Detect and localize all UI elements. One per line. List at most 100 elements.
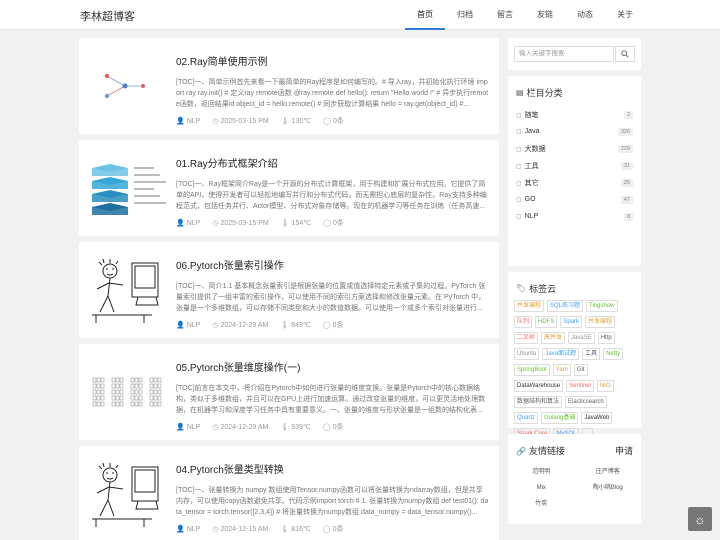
post-thumbnail[interactable]: → → → (87, 354, 169, 430)
post-date: ◷ 2024-12-29 AM (212, 422, 268, 432)
tag-item[interactable]: Yarn (552, 364, 571, 376)
post-comments: ◯ 0条 (323, 422, 344, 432)
category-count: 326 (617, 127, 633, 136)
search-input[interactable]: 输入关键字搜索 (514, 46, 614, 62)
nav-item[interactable]: 友链 (525, 0, 565, 30)
tag-item[interactable]: Spark (560, 316, 583, 328)
category-label: 其它 (524, 179, 539, 187)
category-label: GO (524, 196, 536, 203)
category-icon: ▤ (516, 87, 524, 97)
category-item[interactable]: ▢ Java 326 (516, 123, 633, 140)
post-title[interactable]: 05.Pytorch张量维度操作(一) (176, 359, 300, 374)
post-title[interactable]: 02.Ray简单使用示例 (176, 53, 268, 68)
clock-icon: ◷ (212, 118, 219, 125)
tag-item[interactable]: Tingshow (586, 300, 618, 312)
post-thumbnail[interactable] (87, 252, 169, 328)
friend-link[interactable]: 陶小桃Blog (575, 480, 642, 496)
tag-item[interactable]: 并发编程 (585, 316, 616, 328)
site-logo[interactable]: 李林超博客 (80, 8, 135, 24)
nav-item[interactable]: 留言 (485, 0, 525, 30)
tag-item[interactable]: JavaSE (568, 332, 595, 344)
post-comments: ◯ 0条 (323, 116, 344, 126)
post-date-value: 2024-12-15 AM (220, 525, 269, 533)
tag-item[interactable]: Java面试题 (542, 348, 580, 360)
category-item[interactable]: ▢ 其它 25 (516, 174, 633, 191)
tag-item[interactable]: Netty (603, 348, 624, 360)
post-author: 👤 NLP (176, 524, 200, 534)
post-card[interactable]: 06.Pytorch张量索引操作 [TOC]一、简介1.1 基本概念张量索引是根据… (79, 242, 499, 338)
tag-item[interactable]: DataWarehouse (514, 380, 564, 392)
tag-item[interactable]: 工具 (582, 348, 601, 360)
category-item[interactable]: ▢ GO 47 (516, 191, 633, 208)
search-button[interactable] (615, 46, 635, 62)
post-excerpt: [TOC]一、张量转换为 numpy 数组使用Tensor.numpy函数可以将… (176, 487, 489, 516)
category-item[interactable]: ▢ NLP 8 (516, 208, 633, 225)
post-meta: 👤 NLP ◷ 2024-12-29 AM 🌡 939℃ ◯ 0条 (176, 422, 356, 432)
post-card[interactable]: → → → 05.Pytorch张量维度操作(一) [TOC]前言在本文中，将介绍在Py… (79, 344, 499, 440)
post-thumbnail[interactable] (87, 150, 169, 226)
apply-link-button[interactable]: 申请 (615, 444, 633, 457)
post-card[interactable]: 04.Pytorch张量类型转换 [TOC]一、张量转换为 numpy 数组使用T… (79, 446, 499, 540)
post-date-value: 2025-03-15 PM (220, 117, 269, 125)
friend-link[interactable]: 范明明 (508, 464, 575, 480)
comment-icon: ◯ (323, 220, 331, 227)
post-excerpt: [TOC]一、简介1.1 基本概念张量索引是根据张量的位置或值选择特定元素或子集… (176, 283, 486, 312)
nav-item[interactable]: 关于 (605, 0, 645, 30)
post-thumbnail[interactable] (87, 456, 169, 532)
tag-item[interactable]: 队列 (514, 316, 533, 328)
tag-item[interactable]: 数据结构和算法 (514, 396, 563, 408)
category-label: NLP (524, 213, 539, 220)
post-comments-value: 0条 (333, 220, 344, 227)
post-title[interactable]: 04.Pytorch张量类型转换 (176, 461, 284, 476)
folder-icon: ▢ (516, 214, 522, 220)
category-label: Java (524, 128, 540, 135)
category-label: 大数据 (524, 145, 546, 153)
tag-item[interactable]: Sentinel (566, 380, 594, 392)
tag-item[interactable]: HDFS (535, 316, 558, 328)
folder-icon: ▢ (516, 180, 522, 187)
post-meta: 👤 NLP ◷ 2025-03-15 PM 🌡 154℃ ◯ 0条 (176, 218, 356, 228)
svg-text:→: → (145, 390, 149, 395)
post-thumbnail[interactable] (87, 48, 169, 124)
tag-item[interactable]: Git (573, 364, 588, 376)
tag-item[interactable]: 高并发 (541, 332, 566, 344)
tag-item[interactable]: JavaWeb (581, 412, 613, 424)
post-date-value: 2025-03-15 PM (220, 219, 269, 227)
thermometer-icon: 🌡 (280, 118, 290, 125)
nav-item[interactable]: 动态 (565, 0, 605, 30)
nav-item[interactable]: 首页 (405, 0, 445, 30)
tag-item[interactable]: NIO (596, 380, 614, 392)
post-date-value: 2024-12-29 AM (220, 423, 269, 431)
tag-item[interactable]: Quartz (514, 412, 539, 424)
post-card[interactable]: 02.Ray简单使用示例 [TOC]一、简单示例首先来看一下最简单的Ray程序是如… (79, 38, 499, 134)
friend-link[interactable]: 竹奕 (508, 496, 575, 512)
post-title[interactable]: 01.Ray分布式框架介绍 (176, 155, 278, 170)
tag-item[interactable]: Elasticsearch (565, 396, 607, 408)
friend-link[interactable]: 庄严博客 (575, 464, 642, 480)
tag-item[interactable]: Http (597, 332, 615, 344)
folder-icon: ▢ (516, 163, 522, 170)
post-comments-value: 0条 (332, 526, 344, 533)
category-item[interactable]: ▢ 随笔 2 (516, 106, 633, 123)
category-label: 随笔 (524, 111, 539, 119)
tag-item[interactable]: 二叉树 (514, 332, 539, 344)
post-author-value: NLP (186, 219, 201, 227)
tag-item[interactable]: Golang基础 (541, 412, 579, 424)
comment-icon: ◯ (323, 118, 331, 125)
category-item[interactable]: ▢ 工具 31 (516, 157, 633, 174)
post-excerpt: [TOC]前言在本文中，将介绍在Pytorch中如何进行张量的维度变换。张量是P… (176, 385, 486, 414)
post-views-value: 130℃ (291, 118, 312, 125)
nav-item[interactable]: 归档 (445, 0, 485, 30)
category-item[interactable]: ▢ 大数据 229 (516, 140, 633, 157)
theme-toggle-button[interactable]: ☼ (688, 507, 712, 531)
tag-item[interactable]: 并发编程 (514, 300, 545, 312)
tag-item[interactable]: SQL练习题 (547, 300, 584, 312)
post-author: 👤 NLP (176, 320, 200, 330)
tag-item[interactable]: Ubuntu (514, 348, 540, 360)
post-title[interactable]: 06.Pytorch张量索引操作 (176, 257, 284, 272)
friend-link[interactable]: Mix (508, 480, 575, 496)
friend-links-widget: 🔗 友情链接 申请 范明明 庄严博客 Mix 陶小桃Blog 竹奕 (508, 434, 641, 524)
post-card[interactable]: 01.Ray分布式框架介绍 [TOC]一、Ray框架简介Ray是一个开源的分布式计… (79, 140, 499, 236)
category-widget: ▤ 栏目分类 ▢ 随笔 2 ▢ Java 326 ▢ 大数据 229 ▢ 工具 31 ▢ 其它 25 ▢ GO 47… (508, 76, 641, 266)
tag-item[interactable]: SpringBoot (514, 364, 550, 376)
